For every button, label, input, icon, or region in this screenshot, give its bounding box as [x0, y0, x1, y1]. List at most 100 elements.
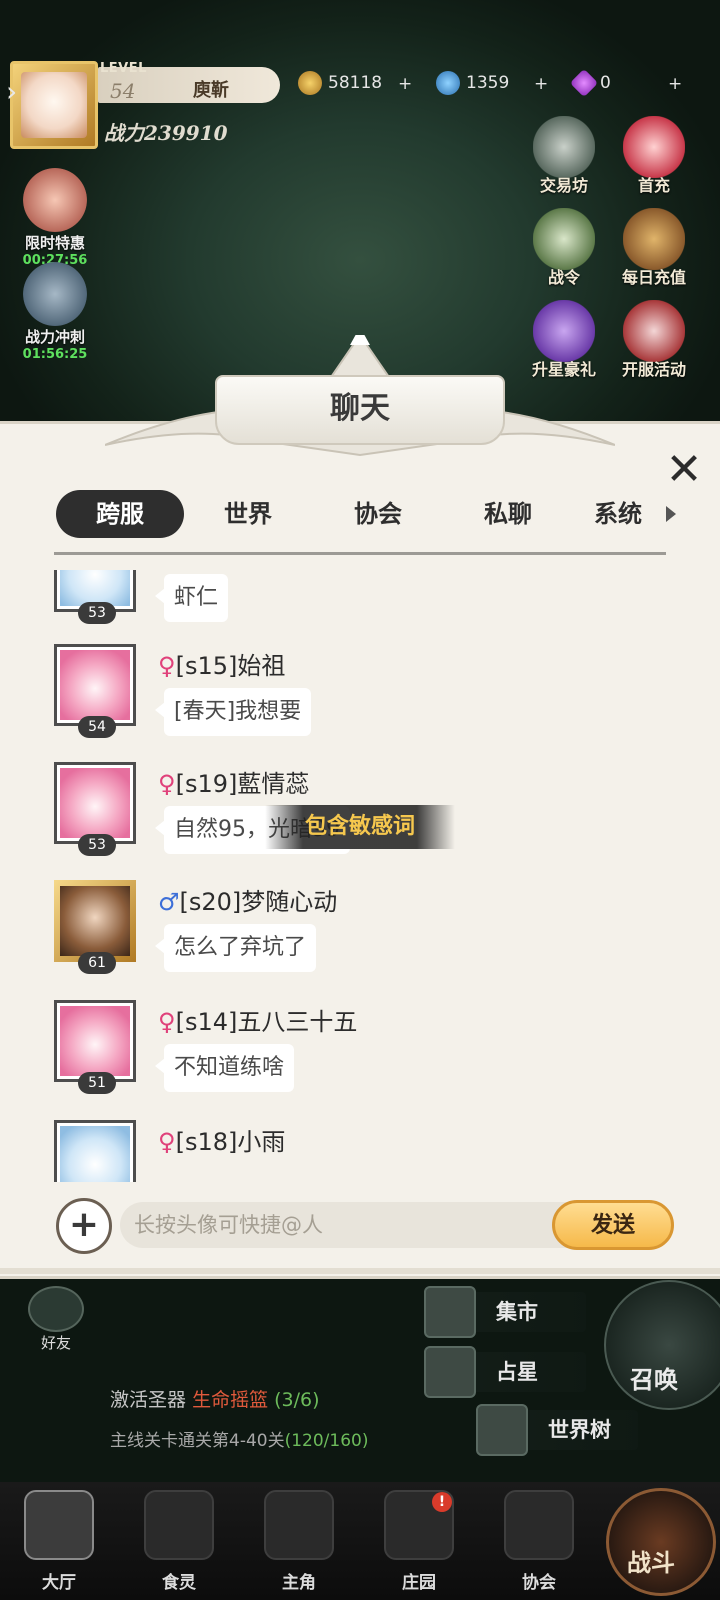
gift-clock-icon: [23, 168, 87, 232]
message-bubble: [春天]我想要: [154, 688, 312, 736]
player-avatar[interactable]: [10, 61, 98, 149]
message-avatar[interactable]: [54, 762, 136, 844]
gem-counter: 0: [569, 68, 611, 98]
castle-icon: [24, 1490, 94, 1560]
guild-banner-icon: [504, 1490, 574, 1560]
friends-icon: [28, 1286, 84, 1332]
gold-amount: 58118: [328, 73, 383, 93]
sender-name: ♀[s14]五八三十五: [158, 1008, 358, 1036]
chevron-right-icon[interactable]: ›: [6, 75, 17, 108]
friends-button[interactable]: 好友: [26, 1286, 86, 1353]
gold-coin-icon: [298, 71, 322, 95]
event-label: 首充: [637, 176, 670, 195]
message-list[interactable]: 53 虾仁 54 ♀[s15]始祖 [春天]我想要 53 ♀[s19]藍情蕊 自…: [50, 570, 680, 1182]
event-label: 战令: [547, 268, 580, 287]
close-icon[interactable]: ✕: [664, 448, 704, 494]
rose-badge-icon: [623, 300, 685, 362]
helmet-icon: [264, 1490, 334, 1560]
gem-amount: 0: [600, 73, 611, 93]
tab-private[interactable]: 私聊: [452, 490, 564, 538]
sword-emblem-icon: [23, 262, 87, 326]
tree-icon: [476, 1404, 528, 1456]
event-trade-shop[interactable]: 交易坊: [516, 116, 612, 196]
chat-title: 聊天: [215, 375, 505, 445]
event-label: 开服活动: [621, 360, 686, 379]
player-name: 庾靳: [193, 80, 229, 101]
friends-label: 好友: [40, 1334, 71, 1352]
avatar-level: 53: [78, 602, 116, 624]
tab-guild[interactable]: 协会: [322, 490, 434, 538]
crystal-counter: 1359: [436, 69, 509, 97]
world-tree-button[interactable]: 世界树: [476, 1404, 638, 1456]
level-tag: LEVEL: [100, 61, 147, 76]
chat-input-row: + 发送: [56, 1198, 676, 1254]
power-value: 战力239910: [104, 121, 228, 145]
avatar-level: 54: [78, 716, 116, 738]
market-button[interactable]: 集市: [424, 1286, 586, 1338]
nav-manor[interactable]: ! 庄园: [364, 1482, 474, 1600]
chat-tabs: 跨服 世界 协会 私聊 系统: [56, 490, 676, 538]
player-level: 54: [110, 79, 136, 103]
message-bubble: 虾仁: [154, 574, 229, 622]
event-label: 限时特惠: [24, 234, 85, 252]
sender-name: ♀[s18]小雨: [158, 1128, 286, 1156]
notification-badge: !: [432, 1492, 452, 1512]
crystal-icon: [436, 71, 460, 95]
level-name-box: LEVEL 54 庾靳: [98, 61, 280, 103]
spirit-cat-icon: [144, 1490, 214, 1560]
message-avatar[interactable]: [54, 1120, 136, 1182]
add-gem-button[interactable]: +: [668, 70, 682, 98]
event-first-recharge[interactable]: 首充: [606, 116, 702, 196]
astrology-button[interactable]: 占星: [424, 1346, 586, 1398]
avatar-level: 51: [78, 1072, 116, 1094]
sender-name: ♀[s15]始祖: [158, 652, 286, 680]
crystal-amount: 1359: [466, 73, 510, 93]
add-attachment-button[interactable]: +: [56, 1198, 112, 1254]
event-label: 交易坊: [539, 176, 588, 195]
nav-food-spirits[interactable]: 食灵: [124, 1482, 234, 1600]
female-icon: ♀: [158, 770, 176, 798]
gem-icon: [569, 68, 599, 98]
nav-lobby[interactable]: 大厅: [4, 1482, 114, 1600]
pass-hero-icon: [533, 208, 595, 270]
event-power-sprint[interactable]: 战力冲刺 01:56:25: [10, 262, 100, 362]
chevron-right-icon[interactable]: [666, 506, 676, 522]
main-quest-tracker[interactable]: 主线关卡通关第4-40关(120/160): [110, 1426, 368, 1451]
message-avatar[interactable]: [54, 644, 136, 726]
tab-world[interactable]: 世界: [192, 490, 304, 538]
female-icon: ♀: [158, 652, 176, 680]
female-icon: ♀: [158, 1008, 176, 1036]
gold-counter: 58118: [298, 69, 382, 97]
message-avatar[interactable]: [54, 880, 136, 962]
scales-icon: [424, 1286, 476, 1338]
quest-tracker[interactable]: 激活圣器 生命摇篮 (3/6): [110, 1385, 320, 1412]
chat-message-input[interactable]: [120, 1202, 600, 1248]
message-avatar[interactable]: [54, 1000, 136, 1082]
panel-bottom-border: [0, 1268, 720, 1274]
tarot-card-icon: [424, 1346, 476, 1398]
send-button[interactable]: 发送: [552, 1200, 674, 1250]
event-server-open[interactable]: 开服活动: [606, 300, 702, 380]
tab-system[interactable]: 系统: [594, 490, 652, 538]
battle-button[interactable]: 战斗: [606, 1488, 716, 1596]
nav-hero[interactable]: 主角: [244, 1482, 354, 1600]
avatar-level: 61: [78, 952, 116, 974]
tab-cross-server[interactable]: 跨服: [56, 490, 184, 538]
event-battle-pass[interactable]: 战令: [516, 208, 612, 288]
event-timer: 01:56:25: [22, 347, 88, 362]
event-daily-recharge[interactable]: 每日充值: [606, 208, 702, 288]
male-icon: ♂: [158, 888, 180, 916]
event-limited-offer[interactable]: 限时特惠 00:27:56: [10, 168, 100, 268]
sender-name: ♂[s20]梦随心动: [158, 888, 338, 916]
nav-guild[interactable]: 协会: [484, 1482, 594, 1600]
scales-icon: [533, 116, 595, 178]
message-bubble: 怎么了弃坑了: [154, 924, 317, 972]
message-bubble: 不知道练啥: [154, 1044, 295, 1092]
avatar-level: 53: [78, 834, 116, 856]
add-crystal-button[interactable]: +: [534, 70, 548, 98]
tab-divider: [54, 552, 666, 555]
event-label: 每日充值: [621, 268, 686, 287]
add-gold-button[interactable]: +: [398, 70, 412, 98]
sender-name: ♀[s19]藍情蕊: [158, 770, 310, 798]
food-plate-icon: [623, 208, 685, 270]
